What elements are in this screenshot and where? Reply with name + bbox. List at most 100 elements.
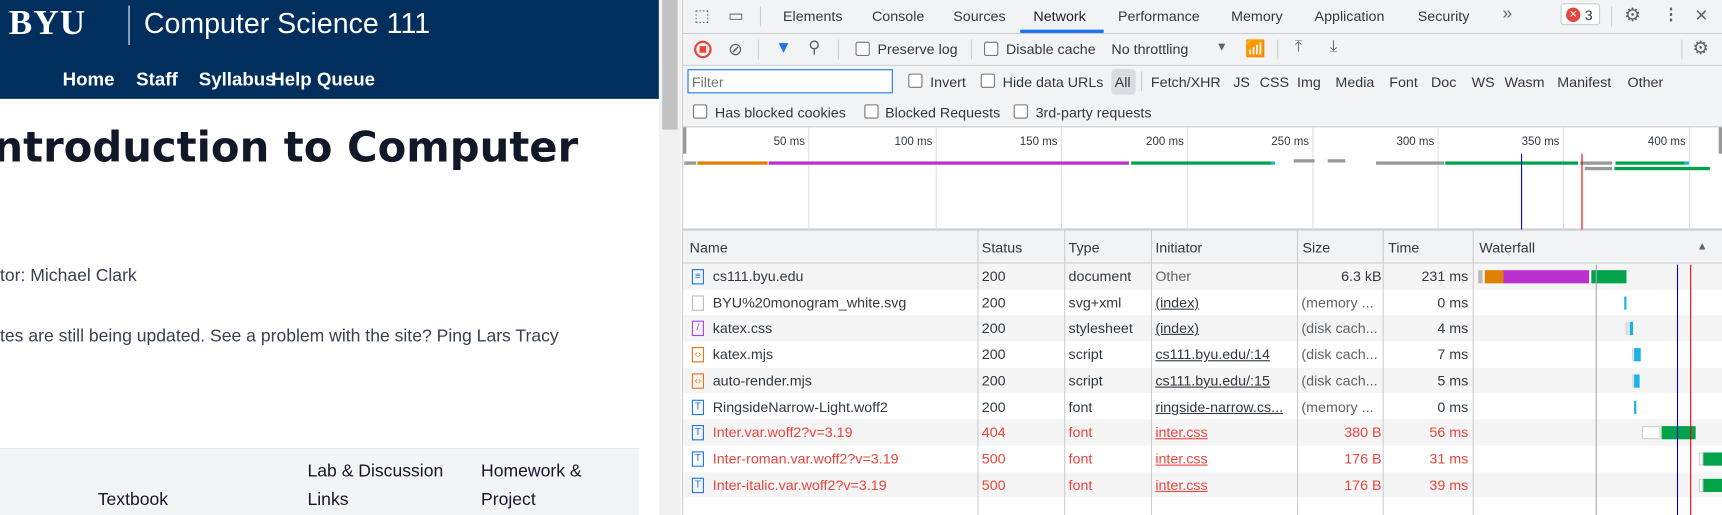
request-initiator[interactable]: inter.css <box>1155 450 1207 466</box>
course-title[interactable]: Computer Science 111 <box>144 7 430 41</box>
col-name[interactable]: Name <box>690 239 728 255</box>
nav-staff[interactable]: Staff <box>136 69 177 91</box>
col-initiator[interactable]: Initiator <box>1155 239 1202 255</box>
close-icon[interactable]: ✕ <box>1695 5 1709 26</box>
request-row[interactable]: T Inter-italic.var.woff2?v=3.19 500 font… <box>683 471 1722 498</box>
request-name[interactable]: auto-render.mjs <box>713 372 812 388</box>
request-initiator[interactable]: ringside-narrow.cs... <box>1155 398 1283 414</box>
clear-icon[interactable]: ⊘ <box>728 38 743 60</box>
third-party-checkbox[interactable] <box>1013 104 1028 119</box>
tab-console[interactable]: Console <box>872 8 924 24</box>
hide-data-urls-label: Hide data URLs <box>1002 73 1104 91</box>
request-row[interactable]: T Inter.var.woff2?v=3.19 404 font inter.… <box>683 419 1722 446</box>
device-toolbar-icon[interactable]: ▭ <box>728 5 744 26</box>
type-css[interactable]: CSS <box>1260 74 1289 90</box>
request-row[interactable]: BYU%20monogram_white.svg 200 svg+xml (in… <box>683 289 1722 316</box>
font-icon: T <box>691 399 704 415</box>
col-type[interactable]: Type <box>1069 239 1100 255</box>
type-font[interactable]: Font <box>1389 74 1418 90</box>
col-size[interactable]: Size <box>1302 239 1330 255</box>
preserve-log-checkbox[interactable] <box>855 41 870 57</box>
request-name[interactable]: RingsideNarrow-Light.woff2 <box>713 398 888 414</box>
request-name[interactable]: cs111.byu.edu <box>713 268 804 284</box>
scrollbar-thumb[interactable] <box>662 0 678 130</box>
type-fetch-xhr[interactable]: Fetch/XHR <box>1151 74 1221 90</box>
waterfall-bar <box>1624 296 1627 310</box>
request-initiator[interactable]: cs111.byu.edu/:15 <box>1155 372 1270 388</box>
error-badge[interactable]: ✕ 3 <box>1560 3 1601 26</box>
request-time: 231 ms <box>1421 267 1469 285</box>
search-icon[interactable]: ⚲ <box>808 37 820 57</box>
settings-gear-icon[interactable]: ⚙ <box>1624 4 1641 26</box>
request-row[interactable]: T Inter-roman.var.woff2?v=3.19 500 font … <box>683 445 1722 472</box>
col-time[interactable]: Time <box>1388 239 1419 255</box>
type-js[interactable]: JS <box>1233 74 1250 90</box>
has-blocked-cookies-checkbox[interactable] <box>692 104 708 119</box>
network-conditions-icon[interactable]: 📶 <box>1245 38 1266 59</box>
blocked-requests-checkbox[interactable] <box>864 104 879 119</box>
tab-performance[interactable]: Performance <box>1118 8 1200 24</box>
byu-logo[interactable]: BYU <box>9 2 86 43</box>
divider <box>1141 71 1143 92</box>
request-name[interactable]: katex.mjs <box>713 346 773 362</box>
request-row[interactable]: ‹› auto-render.mjs 200 script cs111.byu.… <box>683 367 1722 394</box>
filter-icon[interactable]: ▼ <box>775 38 791 57</box>
invert-checkbox[interactable] <box>908 73 923 88</box>
hide-data-urls-checkbox[interactable] <box>980 73 995 88</box>
overview-bar <box>1293 159 1315 163</box>
record-icon[interactable] <box>694 40 712 59</box>
inspect-element-icon[interactable]: ⬚ <box>694 5 710 26</box>
request-initiator[interactable]: (index) <box>1155 320 1199 336</box>
request-initiator[interactable]: cs111.byu.edu/:14 <box>1155 346 1270 362</box>
request-name[interactable]: Inter-italic.var.woff2?v=3.19 <box>713 476 887 492</box>
overview-handle-right[interactable] <box>1718 127 1722 154</box>
request-name[interactable]: Inter-roman.var.woff2?v=3.19 <box>713 450 899 466</box>
overview-bar <box>697 161 768 165</box>
request-status: 500 <box>981 450 1006 467</box>
tab-application[interactable]: Application <box>1315 8 1385 24</box>
type-all[interactable]: All <box>1115 74 1131 90</box>
disable-cache-checkbox[interactable] <box>983 41 999 57</box>
request-row[interactable]: ‹› katex.mjs 200 script cs111.byu.edu/:1… <box>683 341 1722 368</box>
request-name[interactable]: BYU%20monogram_white.svg <box>713 294 907 310</box>
sort-ascending-icon[interactable]: ▲ <box>1697 241 1708 253</box>
request-row[interactable]: ≡ cs111.byu.edu 200 document Other 6.3 k… <box>683 263 1722 290</box>
overview-handle-left[interactable] <box>683 127 687 154</box>
type-manifest[interactable]: Manifest <box>1557 74 1611 90</box>
tab-network[interactable]: Network <box>1033 8 1085 24</box>
network-settings-gear-icon[interactable]: ⚙ <box>1692 37 1709 59</box>
chevron-down-icon[interactable]: ▼ <box>1216 41 1228 54</box>
more-options-icon[interactable]: ⋮ <box>1663 4 1679 24</box>
request-row[interactable]: / katex.css 200 stylesheet (index) (disk… <box>683 315 1722 342</box>
export-har-icon[interactable]: ⤓ <box>1330 37 1337 56</box>
throttling-select[interactable]: No throttling <box>1111 41 1188 57</box>
request-name[interactable]: katex.css <box>713 320 773 336</box>
request-name[interactable]: Inter.var.woff2?v=3.19 <box>713 424 853 440</box>
filter-input[interactable] <box>687 69 893 94</box>
tab-sources[interactable]: Sources <box>953 8 1005 24</box>
col-waterfall[interactable]: Waterfall <box>1479 239 1535 255</box>
request-time: 0 ms <box>1437 293 1469 311</box>
nav-help-queue[interactable]: Help Queue <box>271 69 375 91</box>
tab-memory[interactable]: Memory <box>1231 8 1283 24</box>
overview-bar <box>1271 161 1276 165</box>
tab-security[interactable]: Security <box>1418 8 1470 24</box>
request-initiator[interactable]: (index) <box>1155 294 1199 310</box>
type-doc[interactable]: Doc <box>1431 74 1456 90</box>
type-wasm[interactable]: Wasm <box>1505 74 1545 90</box>
request-initiator[interactable]: inter.css <box>1155 424 1207 440</box>
col-status[interactable]: Status <box>982 239 1022 255</box>
request-initiator[interactable]: inter.css <box>1155 476 1207 492</box>
request-row[interactable]: T RingsideNarrow-Light.woff2 200 font ri… <box>683 393 1722 420</box>
tab-elements[interactable]: Elements <box>783 8 843 24</box>
request-type: script <box>1068 372 1103 389</box>
type-other[interactable]: Other <box>1628 74 1664 90</box>
nav-syllabus[interactable]: Syllabus <box>199 69 276 91</box>
more-tabs-icon[interactable]: » <box>1502 4 1512 24</box>
import-har-icon[interactable]: ⤒ <box>1295 37 1302 56</box>
type-img[interactable]: Img <box>1297 74 1321 90</box>
waterfall-bar <box>1503 270 1590 284</box>
type-ws[interactable]: WS <box>1472 74 1495 90</box>
nav-home[interactable]: Home <box>63 69 115 91</box>
type-media[interactable]: Media <box>1335 74 1374 90</box>
